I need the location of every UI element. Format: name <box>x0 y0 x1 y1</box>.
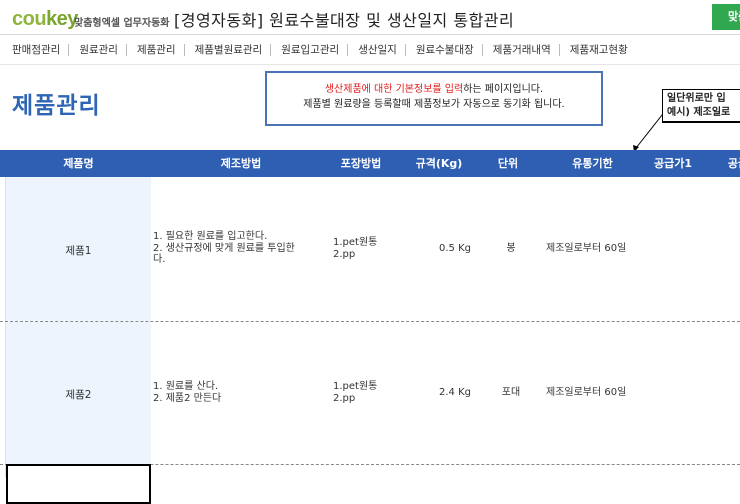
table-row-method[interactable]: 1. 필요한 원료를 입고한다. 2. 생산규정에 맞게 원료를 투입한 다. <box>153 231 333 266</box>
nav-item-material-ledger[interactable]: 원료수불대장 <box>406 44 483 56</box>
table-row-spec[interactable]: 0.5 Kg <box>408 243 471 255</box>
table-row-packaging[interactable]: 1.pet원통 2.pp <box>333 237 377 260</box>
column-header-price2[interactable]: 공급 <box>718 150 740 177</box>
table-row-unit[interactable]: 포대 <box>483 387 539 399</box>
table-row-unit[interactable]: 봉 <box>483 243 539 255</box>
packaging-line: 1.pet원통 <box>333 237 378 248</box>
column-header-method[interactable]: 제조방법 <box>151 150 331 177</box>
main-nav: 판매점관리 원료관리 제품관리 제품별원료관리 원료입고관리 생산일지 원료수불… <box>0 36 636 64</box>
nav-item-production-log[interactable]: 생산일지 <box>348 44 406 56</box>
table-row-name[interactable]: 제품2 <box>6 387 151 402</box>
nav-item-materials[interactable]: 원료관리 <box>69 44 127 56</box>
table-row-spec[interactable]: 2.4 Kg <box>408 387 471 399</box>
comment-line2: 예시) 제조일로 <box>667 107 731 118</box>
brand-tagline: 맞춤형엑셀 업무자동화 <box>74 18 170 29</box>
column-header-spec[interactable]: 규격(Kg) <box>408 150 470 177</box>
nav-item-product-inventory[interactable]: 제품재고현황 <box>560 44 636 56</box>
table-left-border <box>5 177 6 477</box>
custom-button[interactable]: 맞춤 <box>712 4 740 30</box>
nav-divider <box>0 64 740 65</box>
page-title: 제품관리 <box>12 93 101 119</box>
method-line: 1. 필요한 원료를 입고한다. <box>153 231 268 242</box>
packaging-line: 2.pp <box>333 248 356 260</box>
nav-item-store[interactable]: 판매점관리 <box>0 44 70 56</box>
column-header-name[interactable]: 제품명 <box>6 150 151 177</box>
nav-item-product-transactions[interactable]: 제품거래내역 <box>483 44 560 56</box>
table-row-method[interactable]: 1. 원료를 산다. 2. 제품2 만든다 <box>153 381 333 404</box>
nav-item-product-materials[interactable]: 제품별원료관리 <box>185 44 272 56</box>
column-header-shelf-life[interactable]: 유통기한 <box>545 150 640 177</box>
row-divider <box>0 321 740 322</box>
column-header-price1[interactable]: 공급가1 <box>643 150 703 177</box>
table-row-name[interactable]: 제품1 <box>6 243 151 258</box>
method-line: 다. <box>153 254 166 265</box>
brand-logo: coukey <box>12 8 78 31</box>
notice-line1: 하는 페이지입니다. <box>463 84 544 95</box>
header-divider <box>0 34 740 35</box>
packaging-line: 1.pet원통 <box>333 381 378 392</box>
notice-line2: 제품별 원료량을 등록할때 제품정보가 자동으로 동기화 됩니다. <box>303 99 565 110</box>
comment-line1: 일단위로만 입 <box>667 93 726 104</box>
info-notice: 생산제품에 대한 기본정보를 입력하는 페이지입니다. 제품별 원료량을 등록할… <box>265 71 603 126</box>
notice-highlight: 생산제품에 대한 기본정보를 입력 <box>324 84 464 95</box>
packaging-line: 2.pp <box>333 392 356 404</box>
method-line: 2. 생산규정에 맞게 원료를 투입한 <box>153 242 295 254</box>
comment-note: 일단위로만 입 예시) 제조일로 <box>662 89 740 123</box>
column-header-unit[interactable]: 단위 <box>483 150 533 177</box>
method-line: 1. 원료를 산다. <box>153 381 219 392</box>
column-header-packaging[interactable]: 포장방법 <box>331 150 391 177</box>
table-row-shelf-life[interactable]: 제조일로부터 60일 <box>546 387 626 399</box>
table-row-packaging[interactable]: 1.pet원통 2.pp <box>333 381 377 404</box>
method-line: 2. 제품2 만든다 <box>153 392 222 404</box>
app-title: [경영자동화] 원료수불대장 및 생산일지 통합관리 <box>174 11 515 30</box>
nav-item-products[interactable]: 제품관리 <box>127 44 185 56</box>
table-row-shelf-life[interactable]: 제조일로부터 60일 <box>546 243 626 255</box>
brand-logo-part1: cou <box>12 8 47 30</box>
selected-cell[interactable] <box>6 464 151 504</box>
nav-item-material-receiving[interactable]: 원료입고관리 <box>271 44 349 56</box>
